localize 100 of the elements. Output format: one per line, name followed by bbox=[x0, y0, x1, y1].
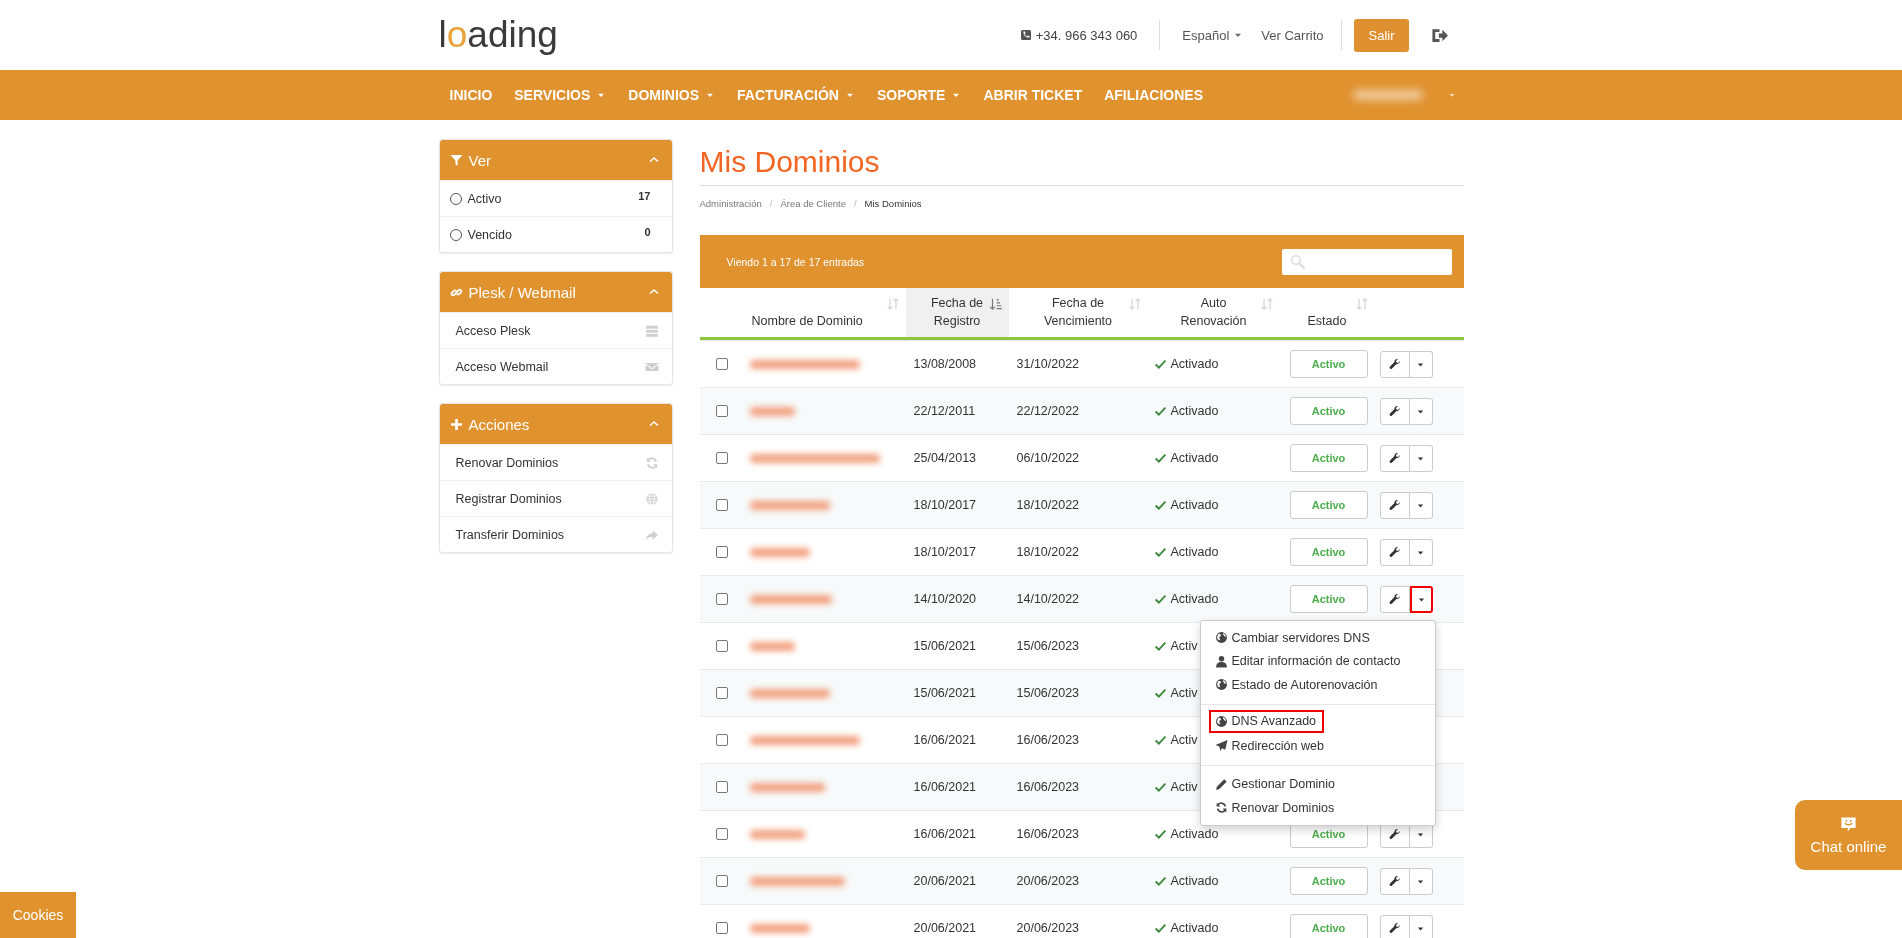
registration-date: 20/06/2021 bbox=[913, 921, 977, 935]
dropdown-toggle[interactable] bbox=[1409, 350, 1433, 378]
link-label: Acceso Plesk bbox=[455, 323, 532, 338]
registration-date: 16/06/2021 bbox=[913, 780, 977, 794]
panel-title: Acciones bbox=[468, 415, 531, 433]
row-checkbox[interactable] bbox=[715, 781, 728, 793]
column-header[interactable]: Fecha de Vencimiento bbox=[1008, 288, 1148, 340]
manage-button[interactable] bbox=[1379, 350, 1410, 378]
column-header[interactable]: Auto Renovación bbox=[1147, 288, 1280, 340]
manage-button[interactable] bbox=[1379, 491, 1410, 519]
expiration-date: 18/10/2022 bbox=[1016, 498, 1080, 512]
redacted-domain-name bbox=[749, 641, 795, 651]
refresh-icon bbox=[644, 455, 659, 470]
dropdown-toggle[interactable] bbox=[1409, 538, 1433, 566]
auto-renewal-status: Activ bbox=[1170, 639, 1198, 653]
row-checkbox[interactable] bbox=[715, 499, 728, 511]
language-selector[interactable]: Español bbox=[1182, 27, 1244, 43]
registration-date: 16/06/2021 bbox=[913, 827, 977, 841]
sort-icon bbox=[885, 297, 900, 311]
wrench-icon bbox=[1388, 546, 1401, 558]
manage-button[interactable] bbox=[1379, 867, 1410, 895]
manage-button[interactable] bbox=[1379, 538, 1410, 566]
breadcrumb-link[interactable]: Mis Dominios bbox=[864, 197, 922, 209]
redacted-user-name bbox=[1352, 90, 1423, 100]
menu-item[interactable]: DNS Avanzado bbox=[1210, 711, 1323, 731]
dropdown-toggle[interactable] bbox=[1409, 867, 1433, 895]
dropdown-toggle[interactable] bbox=[1409, 914, 1433, 938]
filter-option[interactable]: Vencido 0 bbox=[439, 216, 672, 252]
breadcrumb-link[interactable]: Administración bbox=[699, 197, 762, 209]
cart-link[interactable]: Ver Carrito bbox=[1261, 27, 1324, 43]
server-icon bbox=[644, 323, 659, 338]
row-checkbox[interactable] bbox=[715, 734, 728, 746]
menu-item[interactable]: Editar información de contacto bbox=[1200, 649, 1401, 673]
menu-item[interactable]: Cambiar servidores DNS bbox=[1200, 626, 1370, 650]
sidebar-link[interactable]: Registrar Dominios bbox=[439, 480, 672, 516]
item-count: 17 bbox=[638, 189, 651, 202]
check-icon bbox=[1153, 874, 1167, 888]
column-header[interactable]: Fecha de Registro bbox=[905, 288, 1009, 340]
sidebar-link[interactable]: Acceso Webmail bbox=[439, 348, 672, 384]
dropdown-toggle[interactable] bbox=[1409, 585, 1433, 613]
row-checkbox[interactable] bbox=[715, 875, 728, 887]
manage-button[interactable] bbox=[1379, 585, 1410, 613]
logo[interactable]: loading bbox=[438, 15, 558, 53]
row-checkbox[interactable] bbox=[715, 640, 728, 652]
auto-renewal-status: Activado bbox=[1170, 451, 1219, 465]
breadcrumb-link[interactable]: Área de Cliente bbox=[780, 197, 846, 209]
sidebar-link[interactable]: Renovar Dominios bbox=[439, 444, 672, 480]
row-checkbox[interactable] bbox=[715, 828, 728, 840]
sidebar-link[interactable]: Acceso Plesk bbox=[439, 312, 672, 348]
registration-date: 15/06/2021 bbox=[913, 686, 977, 700]
row-checkbox[interactable] bbox=[715, 405, 728, 417]
row-checkbox[interactable] bbox=[715, 452, 728, 464]
auto-renewal-status: Activ bbox=[1170, 780, 1198, 794]
sidebar-link[interactable]: Transferir Dominios bbox=[439, 516, 672, 552]
expiration-date: 22/12/2022 bbox=[1016, 404, 1080, 418]
link-label: Transferir Dominios bbox=[455, 527, 566, 542]
filter-icon bbox=[449, 153, 463, 167]
row-checkbox[interactable] bbox=[715, 593, 728, 605]
dropdown-toggle[interactable] bbox=[1409, 397, 1433, 425]
row-checkbox[interactable] bbox=[715, 687, 728, 699]
paper-plane-icon bbox=[1214, 739, 1228, 753]
registration-date: 13/08/2008 bbox=[913, 357, 977, 371]
menu-item[interactable]: Estado de Autorenovación bbox=[1200, 673, 1378, 697]
check-icon bbox=[1153, 733, 1167, 747]
search-field[interactable] bbox=[1281, 248, 1452, 275]
caret-icon bbox=[1447, 91, 1456, 99]
wrench-icon bbox=[1388, 922, 1401, 934]
status-badge: Activo bbox=[1289, 397, 1368, 425]
expiration-date: 14/10/2022 bbox=[1016, 592, 1080, 606]
manage-button[interactable] bbox=[1379, 914, 1410, 938]
dropdown-toggle[interactable] bbox=[1409, 444, 1433, 472]
menu-item[interactable]: Renovar Dominios bbox=[1200, 796, 1335, 820]
row-checkbox[interactable] bbox=[715, 358, 728, 370]
manage-button[interactable] bbox=[1379, 397, 1410, 425]
column-header[interactable]: Estado bbox=[1279, 288, 1375, 340]
dropdown-toggle[interactable] bbox=[1409, 491, 1433, 519]
expiration-date: 20/06/2023 bbox=[1016, 874, 1080, 888]
menu-item[interactable]: Gestionar Dominio bbox=[1200, 772, 1335, 796]
panel-title: Plesk / Webmail bbox=[468, 283, 577, 301]
menu-item[interactable]: Redirección web bbox=[1200, 734, 1324, 758]
pencil-icon bbox=[1214, 777, 1228, 791]
registration-date: 14/10/2020 bbox=[913, 592, 977, 606]
expiration-date: 18/10/2022 bbox=[1016, 545, 1080, 559]
link-label: Registrar Dominios bbox=[455, 491, 563, 506]
expiration-date: 16/06/2023 bbox=[1016, 827, 1080, 841]
globe-icon bbox=[644, 491, 659, 506]
breadcrumb-separator: / bbox=[853, 197, 857, 209]
auto-renewal-status: Activado bbox=[1170, 498, 1219, 512]
wrench-icon bbox=[1388, 828, 1401, 840]
check-icon bbox=[1153, 545, 1167, 559]
wrench-icon bbox=[1388, 452, 1401, 464]
row-checkbox[interactable] bbox=[715, 546, 728, 558]
status-badge: Activo bbox=[1289, 914, 1368, 938]
sort-icon bbox=[1259, 297, 1274, 311]
row-checkbox[interactable] bbox=[715, 922, 728, 934]
check-icon bbox=[1153, 592, 1167, 606]
phone-icon bbox=[1019, 29, 1032, 41]
status-badge: Activo bbox=[1289, 491, 1368, 519]
manage-button[interactable] bbox=[1379, 444, 1410, 472]
filter-option[interactable]: Activo 17 bbox=[439, 180, 672, 216]
